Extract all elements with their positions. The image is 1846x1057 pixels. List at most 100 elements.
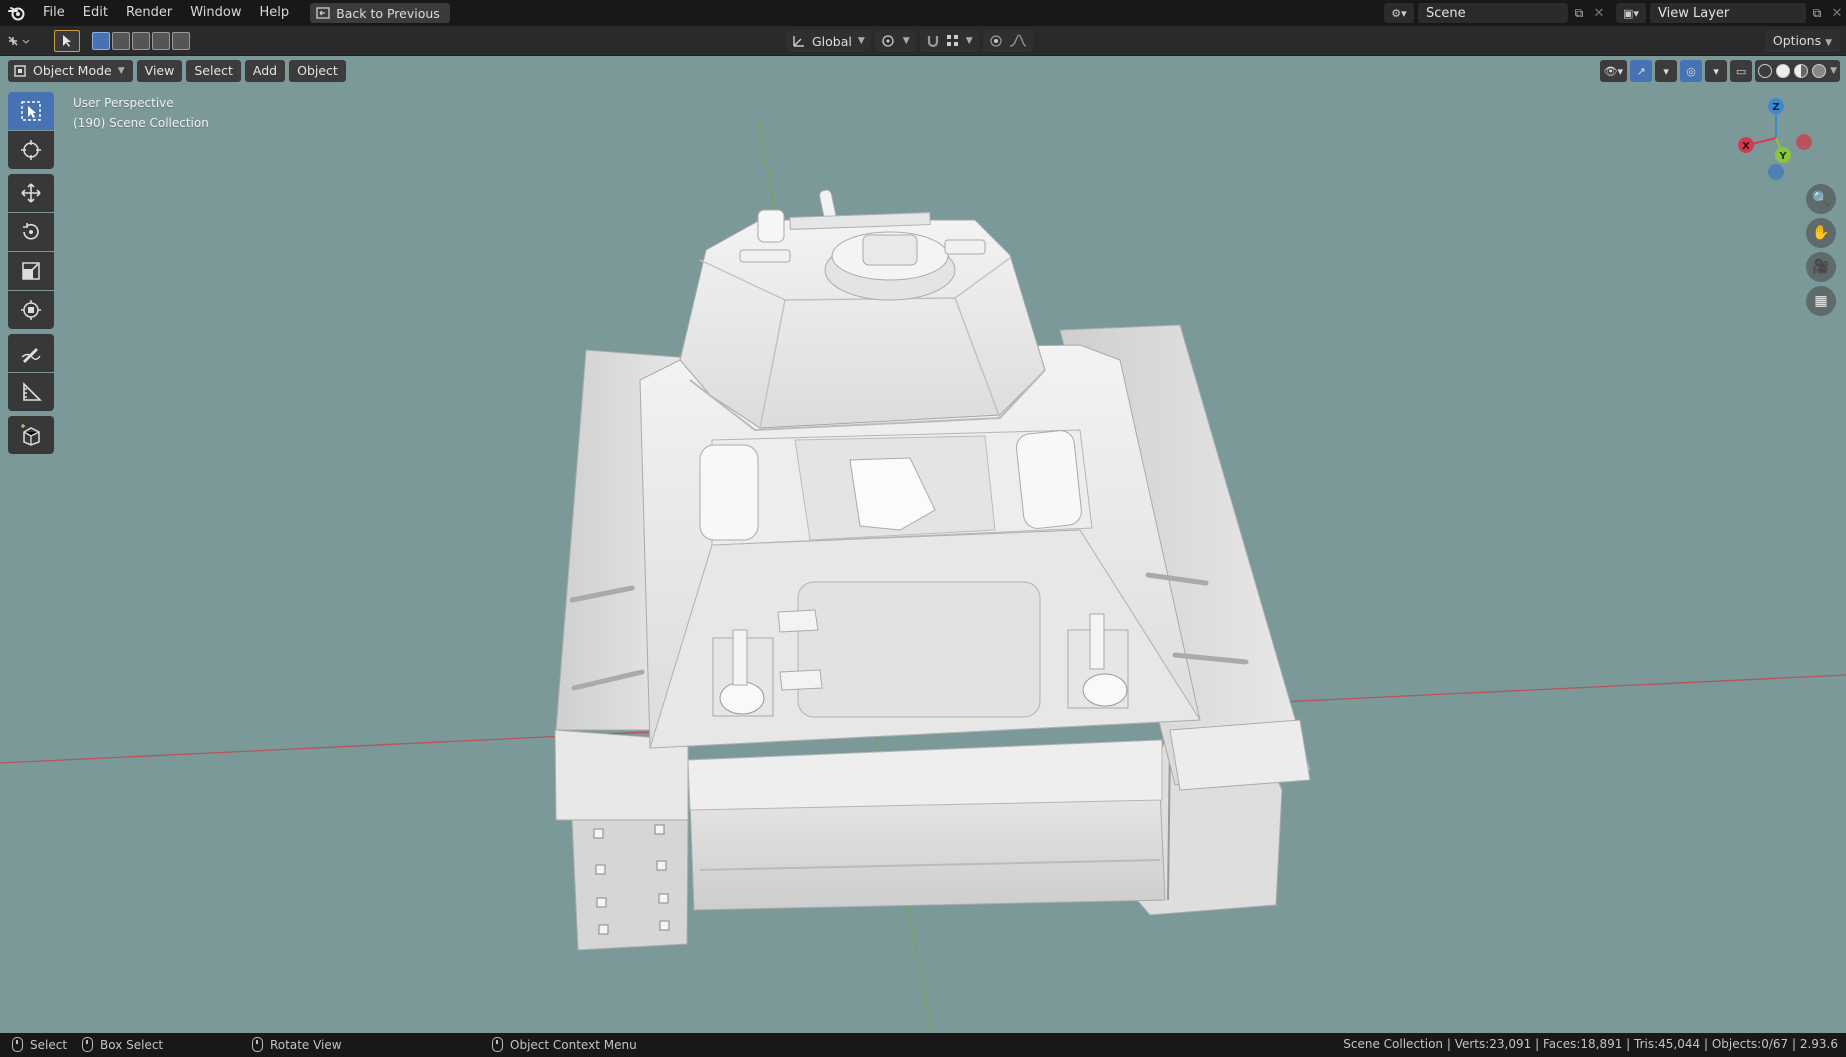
shading-dropdown-icon[interactable]: ▼ bbox=[1830, 66, 1837, 76]
scene-name-field[interactable]: Scene bbox=[1418, 3, 1568, 23]
cursor-tool-icon[interactable] bbox=[8, 131, 54, 169]
gizmo-neg-z[interactable] bbox=[1768, 164, 1784, 180]
orientation-icon bbox=[793, 36, 804, 47]
add-cube-tool-icon[interactable] bbox=[8, 416, 54, 454]
pan-view-hand-icon[interactable]: ✋ bbox=[1806, 218, 1836, 248]
overlays-dropdown-icon[interactable]: ▾ bbox=[1705, 60, 1728, 82]
scene-render bbox=[0, 119, 1846, 1033]
measure-tool-icon[interactable] bbox=[8, 373, 54, 411]
gizmo-toggle-icon[interactable]: ↗ bbox=[1630, 60, 1653, 82]
view-layer-name-field[interactable]: View Layer bbox=[1650, 3, 1806, 23]
shading-mode-group: ▼ bbox=[1755, 60, 1840, 82]
tool-settings-header: Global ▼ ▼ ▼ Options ▼ bbox=[0, 26, 1846, 56]
pivot-point-dropdown[interactable]: ▼ bbox=[874, 30, 916, 52]
viewport-menu-add[interactable]: Add bbox=[244, 60, 286, 82]
right-mouse-icon bbox=[492, 1037, 503, 1052]
proportional-editing-icon bbox=[990, 35, 1002, 47]
back-to-previous-button[interactable]: Back to Previous bbox=[310, 3, 450, 23]
tank-model[interactable] bbox=[554, 189, 1311, 951]
middle-mouse-icon bbox=[252, 1037, 263, 1052]
menu-file[interactable]: File bbox=[34, 0, 74, 26]
menu-window[interactable]: Window bbox=[181, 0, 250, 26]
scene-statistics: Scene Collection | Verts:23,091 | Faces:… bbox=[1343, 1037, 1838, 1051]
top-menu-bar: File Edit Render Window Help Back to Pre… bbox=[0, 0, 1846, 26]
status-select-label: Select bbox=[30, 1037, 68, 1052]
left-mouse-icon bbox=[12, 1037, 23, 1052]
mode-subtract-icon[interactable] bbox=[132, 31, 150, 50]
mode-intersect-icon[interactable] bbox=[172, 31, 190, 50]
status-box-select-hint: Box Select bbox=[82, 1037, 163, 1052]
overlays-toggle-icon[interactable]: ◎ bbox=[1680, 60, 1703, 82]
proportional-editing-toggle[interactable] bbox=[982, 30, 1033, 52]
menu-render[interactable]: Render bbox=[117, 0, 181, 26]
snap-toggle[interactable]: ▼ bbox=[919, 30, 979, 52]
blender-logo-icon[interactable] bbox=[0, 0, 34, 26]
status-rotate-view-label: Rotate View bbox=[270, 1037, 342, 1052]
options-label: Options bbox=[1772, 33, 1822, 48]
scene-close-icon[interactable]: ✕ bbox=[1590, 6, 1608, 21]
mode-invert-icon[interactable] bbox=[152, 31, 170, 50]
view-layer-selector-icon[interactable]: ▣▾ bbox=[1616, 3, 1646, 23]
status-bar: Select Box Select Rotate View Object Con… bbox=[0, 1033, 1846, 1057]
select-box-tool-icon[interactable] bbox=[8, 92, 54, 130]
status-context-menu-hint: Object Context Menu bbox=[492, 1037, 637, 1052]
active-collection-label: (190) Scene Collection bbox=[73, 116, 209, 130]
viewport-header: Object Mode ▼ View Select Add Object bbox=[8, 60, 346, 82]
navigation-gizmo[interactable]: Z X Y bbox=[1726, 86, 1826, 186]
mode-set-icon[interactable] bbox=[92, 31, 110, 50]
snap-grid-icon bbox=[946, 35, 958, 46]
perspective-toggle-grid-icon[interactable]: ▦ bbox=[1806, 286, 1836, 316]
editor-type-icon[interactable] bbox=[0, 30, 40, 52]
mode-extend-icon[interactable] bbox=[112, 31, 130, 50]
menu-help[interactable]: Help bbox=[251, 0, 299, 26]
xray-toggle-icon[interactable]: ▭ bbox=[1730, 60, 1753, 82]
scene-copy-icon[interactable]: ⧉ bbox=[1568, 3, 1590, 23]
gizmo-z-label: Z bbox=[1772, 102, 1779, 113]
viewport-menu-view[interactable]: View bbox=[136, 60, 183, 82]
transform-orientation-value: Global bbox=[812, 33, 852, 49]
select-tool-icon[interactable] bbox=[54, 29, 80, 52]
object-mode-dropdown[interactable]: Object Mode ▼ bbox=[8, 60, 133, 82]
scene-name: Scene bbox=[1426, 5, 1466, 21]
scale-tool-icon[interactable] bbox=[8, 252, 54, 290]
viewport-menu-object[interactable]: Object bbox=[289, 60, 346, 82]
move-tool-icon[interactable] bbox=[8, 174, 54, 212]
view-layer-copy-icon[interactable]: ⧉ bbox=[1806, 3, 1828, 23]
view-layer-close-icon[interactable]: ✕ bbox=[1828, 6, 1846, 21]
chevron-down-icon: ▼ bbox=[902, 36, 910, 46]
gizmo-x-label: X bbox=[1742, 141, 1750, 152]
object-mode-label: Object Mode bbox=[33, 63, 112, 78]
camera-view-icon[interactable]: 🎥 bbox=[1806, 252, 1836, 282]
status-select-hint: Select bbox=[12, 1037, 67, 1052]
viewport-display-controls: 👁▾ ↗ ▾ ◎ ▾ ▭ ▼ bbox=[1599, 60, 1840, 82]
options-dropdown[interactable]: Options ▼ bbox=[1764, 30, 1840, 52]
rotate-tool-icon[interactable] bbox=[8, 213, 54, 251]
rendered-shading-icon[interactable] bbox=[1812, 64, 1827, 78]
wireframe-shading-icon[interactable] bbox=[1758, 64, 1773, 78]
gizmo-dropdown-icon[interactable]: ▾ bbox=[1655, 60, 1678, 82]
material-preview-icon[interactable] bbox=[1794, 64, 1809, 78]
magnet-icon bbox=[927, 36, 938, 48]
status-box-select-label: Box Select bbox=[100, 1037, 164, 1052]
transform-orientation-dropdown[interactable]: Global ▼ bbox=[786, 30, 871, 52]
chevron-down-icon: ▼ bbox=[857, 36, 865, 46]
tool-shelf bbox=[8, 92, 54, 455]
visibility-eye-icon[interactable]: 👁▾ bbox=[1599, 60, 1628, 82]
view-perspective-label: User Perspective bbox=[73, 96, 174, 110]
status-context-menu-label: Object Context Menu bbox=[510, 1037, 637, 1052]
3d-viewport[interactable]: Object Mode ▼ View Select Add Object 👁▾ … bbox=[0, 56, 1846, 1033]
mouse-drag-icon bbox=[82, 1037, 93, 1052]
transform-tool-icon[interactable] bbox=[8, 291, 54, 329]
chevron-down-icon: ▼ bbox=[965, 36, 973, 46]
menu-edit[interactable]: Edit bbox=[74, 0, 117, 26]
annotate-tool-icon[interactable] bbox=[8, 334, 54, 372]
zoom-view-icon[interactable]: 🔍 bbox=[1806, 184, 1836, 214]
viewport-menu-select[interactable]: Select bbox=[186, 60, 241, 82]
scene-selector-icon[interactable]: ⚙▾ bbox=[1384, 3, 1414, 23]
status-rotate-view-hint: Rotate View bbox=[252, 1037, 342, 1052]
gizmo-neg-x[interactable] bbox=[1796, 134, 1812, 150]
chevron-down-icon: ▼ bbox=[117, 66, 125, 76]
fullscreen-back-icon bbox=[316, 7, 330, 19]
view-layer-name: View Layer bbox=[1658, 5, 1730, 21]
solid-shading-icon[interactable] bbox=[1776, 64, 1791, 78]
